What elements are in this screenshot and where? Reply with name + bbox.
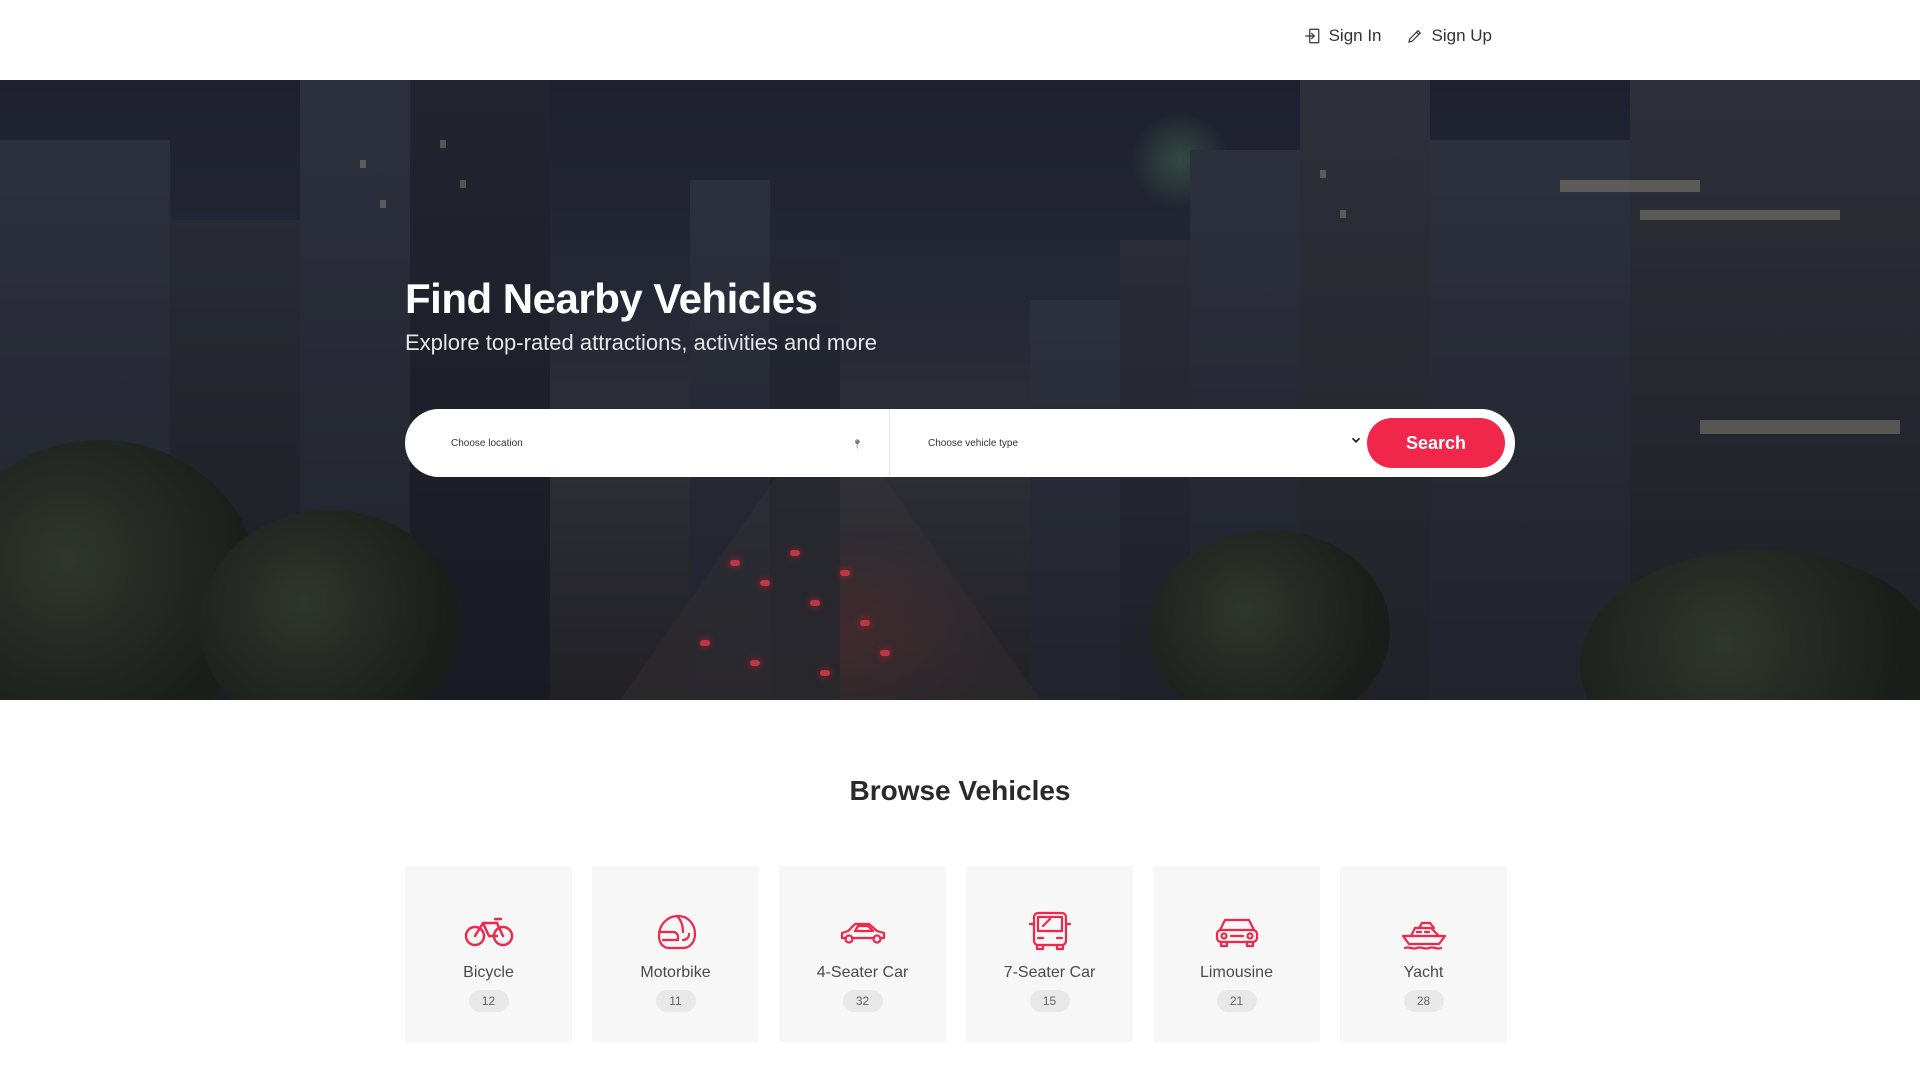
vehicle-type-value: Choose vehicle type (928, 437, 1019, 449)
map-pin-icon: 📍︎ (851, 439, 863, 449)
helmet-icon (651, 910, 701, 952)
category-card-4-seater-car[interactable]: 4-Seater Car 32 (779, 866, 946, 1042)
sign-up-link[interactable]: Sign Up (1406, 26, 1492, 46)
category-card-bicycle[interactable]: Bicycle 12 (405, 866, 572, 1042)
sign-in-link[interactable]: Sign In (1303, 26, 1382, 46)
top-navbar: Sign In Sign Up (0, 0, 1920, 80)
category-name: 4-Seater Car (816, 964, 909, 981)
category-count-badge: 12 (468, 990, 509, 1012)
category-count-badge: 32 (842, 990, 883, 1012)
category-count-badge: 11 (655, 990, 696, 1012)
category-count-badge: 15 (1029, 990, 1070, 1012)
hero-subtitle: Explore top-rated attractions, activitie… (405, 330, 878, 355)
category-card-motorbike[interactable]: Motorbike 11 (592, 866, 759, 1042)
vehicle-category-list: Bicycle 12 Motorbike 11 4-Seater Car 32 (405, 866, 1507, 1042)
location-field[interactable]: 📍︎ (405, 409, 890, 477)
category-count-badge: 28 (1403, 990, 1444, 1012)
chevron-down-icon (1351, 437, 1361, 443)
category-count-badge: 21 (1216, 990, 1257, 1012)
category-card-yacht[interactable]: Yacht 28 (1340, 866, 1507, 1042)
search-button[interactable]: Search (1367, 418, 1505, 468)
van-icon (1025, 910, 1075, 952)
search-bar: 📍︎ Choose vehicle type Search (405, 409, 1515, 477)
bicycle-icon (464, 910, 514, 952)
auth-nav: Sign In Sign Up (1303, 26, 1492, 46)
location-input[interactable] (451, 437, 831, 449)
pencil-icon (1407, 29, 1421, 43)
category-name: Limousine (1200, 964, 1273, 981)
car-icon (838, 910, 888, 952)
limousine-icon (1212, 910, 1262, 952)
vehicle-type-select[interactable]: Choose vehicle type (890, 409, 1375, 477)
category-name: Yacht (1403, 964, 1444, 981)
category-name: Bicycle (463, 964, 514, 981)
sign-in-label: Sign In (1328, 26, 1382, 45)
category-name: 7-Seater Car (1003, 964, 1096, 981)
category-name: Motorbike (640, 964, 711, 981)
browse-title: Browse Vehicles (849, 775, 1071, 806)
category-card-7-seater-car[interactable]: 7-Seater Car 15 (966, 866, 1133, 1042)
sign-up-label: Sign Up (1431, 26, 1492, 45)
category-card-limousine[interactable]: Limousine 21 (1153, 866, 1320, 1042)
sign-in-icon (1304, 28, 1319, 44)
hero-title: Find Nearby Vehicles (405, 275, 818, 322)
hero-banner: Find Nearby Vehicles Explore top-rated a… (0, 80, 1920, 700)
yacht-icon (1399, 910, 1449, 952)
